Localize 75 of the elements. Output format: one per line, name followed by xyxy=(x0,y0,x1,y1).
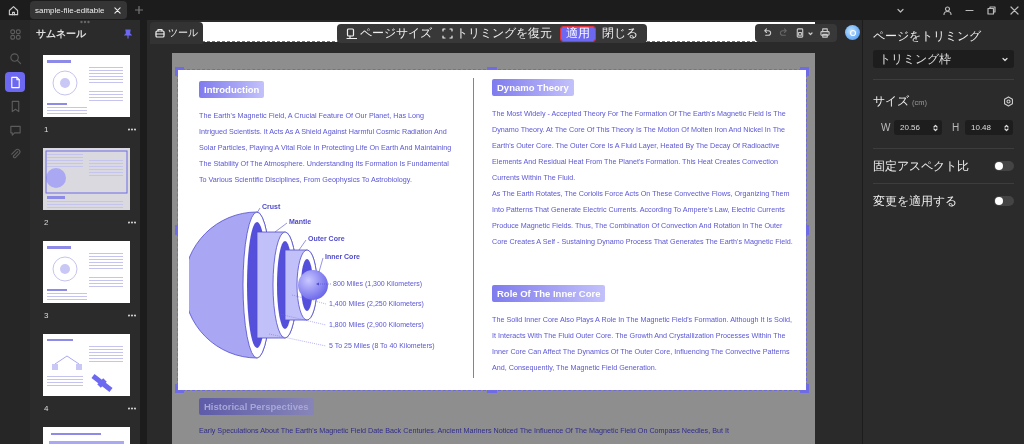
section-heading: Dynamo Theory xyxy=(492,79,574,96)
number-field[interactable]: 10.48 xyxy=(965,120,1013,135)
page-size-button[interactable]: ページサイズ xyxy=(341,26,437,41)
toggle-label: 変更を適用する xyxy=(873,192,957,210)
plus-icon[interactable] xyxy=(135,6,144,14)
more-icon[interactable] xyxy=(128,407,136,410)
grid-icon xyxy=(8,27,22,41)
preset-dropdown[interactable]: トリミング枠 xyxy=(873,50,1014,68)
redo-icon xyxy=(778,28,789,38)
crop-handle[interactable] xyxy=(800,384,809,393)
crop-handle[interactable] xyxy=(175,225,178,235)
dimension-label: W xyxy=(881,122,892,133)
page-thumbnail[interactable] xyxy=(43,241,130,303)
page-thumbnail[interactable] xyxy=(43,334,130,396)
toggle-switch[interactable] xyxy=(994,196,1014,206)
home-icon xyxy=(7,4,19,16)
tools-tab[interactable]: ツール xyxy=(150,22,203,44)
restore-icon[interactable] xyxy=(987,5,996,15)
leader-line xyxy=(298,239,307,251)
crop-handle[interactable] xyxy=(175,384,184,393)
close-icon[interactable] xyxy=(1010,5,1019,15)
toggle-label: 固定アスペクト比 xyxy=(873,157,969,175)
drag-handle-icon[interactable] xyxy=(80,20,90,24)
page-number: 3 xyxy=(44,311,49,320)
undo-icon xyxy=(762,28,772,38)
document-tab[interactable]: sample-file-editable xyxy=(30,1,128,19)
crop-handle[interactable] xyxy=(487,67,497,70)
paperclip-icon xyxy=(8,147,22,161)
crop-handle[interactable] xyxy=(487,390,497,393)
leader-line xyxy=(318,257,324,273)
leader-line xyxy=(291,294,327,305)
panel-title: サムネール xyxy=(36,27,86,41)
spinner-icon xyxy=(933,123,938,132)
crop-handle[interactable] xyxy=(806,225,809,235)
user-icon[interactable] xyxy=(943,5,952,15)
panel-title: ページをトリミング xyxy=(873,29,982,43)
page-number: 2 xyxy=(44,218,49,227)
crop-handle[interactable] xyxy=(175,67,184,76)
section-heading: Introduction xyxy=(199,81,265,98)
comment-icon xyxy=(8,123,22,137)
leader-line xyxy=(256,207,261,214)
number-field[interactable]: 20.56 xyxy=(894,120,942,135)
section-heading: Historical Perspectives xyxy=(199,398,314,415)
leader-line xyxy=(274,222,288,233)
sidebar-button[interactable] xyxy=(3,70,27,94)
close-button[interactable]: 閉じる xyxy=(597,26,643,41)
caret-icon xyxy=(1002,56,1008,62)
page-number: 1 xyxy=(44,125,49,134)
pin-icon[interactable] xyxy=(124,29,132,39)
caret-icon xyxy=(808,30,814,36)
page-thumbnail[interactable] xyxy=(43,148,130,210)
toolbox-icon xyxy=(155,28,165,38)
toggle-switch[interactable] xyxy=(994,161,1014,171)
leader-line xyxy=(268,333,327,347)
search-icon xyxy=(8,51,22,65)
crop-corners-icon xyxy=(442,28,453,39)
page-number: 4 xyxy=(44,404,49,413)
leader-arrow xyxy=(316,282,332,286)
printer-icon xyxy=(819,28,830,38)
page-size-icon xyxy=(346,28,357,39)
crop-handle[interactable] xyxy=(800,67,809,76)
leader-line xyxy=(278,313,327,326)
spinner-icon xyxy=(1004,123,1009,132)
section-heading: Role Of The Inner Core xyxy=(492,285,606,302)
more-icon[interactable] xyxy=(128,314,136,317)
apply-button[interactable]: 適用 xyxy=(561,26,595,41)
more-icon[interactable] xyxy=(128,128,136,131)
page-icon xyxy=(8,75,22,89)
settings-icon[interactable] xyxy=(1003,96,1014,107)
document-icon xyxy=(795,28,806,38)
dimension-label: H xyxy=(952,122,961,133)
assistant-button[interactable] xyxy=(845,25,860,40)
more-icon[interactable] xyxy=(128,221,136,224)
reset-crop-button[interactable]: トリミングを復元 xyxy=(437,26,557,41)
page-thumbnail[interactable] xyxy=(43,55,130,117)
